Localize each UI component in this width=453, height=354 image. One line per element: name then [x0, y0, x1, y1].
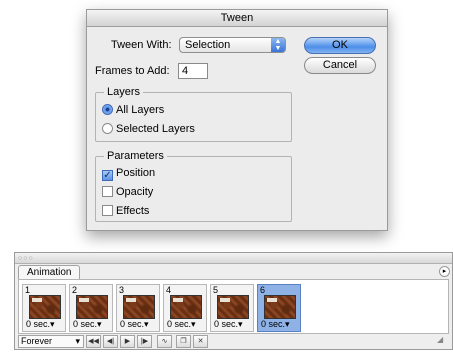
loop-dropdown-icon: ▾: [75, 336, 80, 346]
window-buttons-icon[interactable]: ○○○: [18, 255, 34, 262]
frame-delay[interactable]: 0 sec.▾: [73, 319, 102, 330]
tween-with-label: Tween With:: [111, 39, 172, 51]
animation-frame[interactable]: 5 0 sec.▾: [210, 284, 254, 332]
opacity-label: Opacity: [116, 186, 154, 198]
frame-thumbnail: [76, 295, 108, 319]
next-frame-icon[interactable]: |▶: [137, 335, 152, 348]
all-layers-label: All Layers: [116, 104, 165, 116]
tween-with-select[interactable]: Selection ▲ ▼: [179, 37, 286, 53]
resize-grip-icon[interactable]: ◢: [437, 335, 448, 348]
frame-thumbnail: [264, 295, 296, 319]
tween-dialog: Tween Tween With: Selection ▲ ▼ Frames to…: [86, 9, 388, 231]
first-frame-icon[interactable]: ◀◀: [86, 335, 101, 348]
frame-number: 1: [25, 285, 31, 295]
layers-group: Layers All Layers Selected Layers: [95, 86, 292, 142]
palette-controls: Forever ▾ ◀◀ ◀| ▶ |▶ ∿ ❐ ✕ ◢: [18, 335, 449, 348]
frame-number: 6: [260, 285, 266, 295]
delay-dropdown-icon: ▾: [191, 319, 196, 329]
frame-number: 5: [213, 285, 219, 295]
play-icon[interactable]: ▶: [120, 335, 135, 348]
frames-to-add-label: Frames to Add:: [95, 65, 170, 77]
frame-strip: 1 0 sec.▾ 2 0 sec.▾ 3 0 sec.▾ 4 0 sec.▾ …: [18, 279, 449, 334]
cancel-button[interactable]: Cancel: [304, 57, 376, 74]
previous-frame-icon[interactable]: ◀|: [103, 335, 118, 348]
loop-options-select[interactable]: Forever ▾: [18, 335, 84, 348]
palette-menu-icon[interactable]: ▸: [439, 266, 450, 277]
animation-palette: ○○○ Animation ▸ 1 0 sec.▾ 2 0 sec.▾ 3 0 …: [14, 252, 453, 350]
animation-frame[interactable]: 3 0 sec.▾: [116, 284, 160, 332]
position-label: Position: [116, 167, 156, 179]
delete-frame-icon[interactable]: ✕: [193, 335, 208, 348]
parameters-group-title: Parameters: [104, 150, 167, 162]
frame-delay[interactable]: 0 sec.▾: [26, 319, 55, 330]
radio-selected-icon: [102, 104, 113, 115]
frame-delay[interactable]: 0 sec.▾: [120, 319, 149, 330]
delay-dropdown-icon: ▾: [285, 319, 290, 329]
layers-group-title: Layers: [104, 86, 144, 98]
frame-number: 3: [119, 285, 125, 295]
tab-animation[interactable]: Animation: [18, 265, 81, 279]
animation-frame[interactable]: 2 0 sec.▾: [69, 284, 113, 332]
frames-to-add-input[interactable]: 4: [178, 63, 208, 79]
ok-button[interactable]: OK: [304, 37, 376, 54]
frame-number: 4: [166, 285, 172, 295]
frame-thumbnail: [29, 295, 61, 319]
animation-frame[interactable]: 1 0 sec.▾: [22, 284, 66, 332]
frame-thumbnail: [123, 295, 155, 319]
animation-frame[interactable]: 4 0 sec.▾: [163, 284, 207, 332]
frame-thumbnail: [170, 295, 202, 319]
selected-layers-radio[interactable]: Selected Layers: [102, 122, 195, 136]
selected-layers-label: Selected Layers: [116, 123, 195, 135]
tween-with-value: Selection: [185, 39, 231, 51]
animation-frame-selected[interactable]: 6 0 sec.▾: [257, 284, 301, 332]
checkmark-icon: ✓: [102, 170, 113, 181]
frame-delay[interactable]: 0 sec.▾: [261, 319, 290, 330]
effects-checkbox[interactable]: Effects: [102, 204, 149, 218]
delay-dropdown-icon: ▾: [97, 319, 102, 329]
frame-thumbnail: [217, 295, 249, 319]
select-arrows-icon: ▲ ▼: [271, 38, 285, 52]
duplicate-frame-icon[interactable]: ❐: [176, 335, 191, 348]
parameters-group: Parameters ✓ Position Opacity Effects: [95, 150, 292, 222]
opacity-checkbox[interactable]: Opacity: [102, 185, 153, 199]
delay-dropdown-icon: ▾: [50, 319, 55, 329]
tween-icon[interactable]: ∿: [157, 335, 172, 348]
effects-label: Effects: [116, 205, 150, 217]
palette-title-bar: ○○○: [15, 253, 452, 264]
radio-unselected-icon: [102, 123, 113, 134]
checkbox-empty-icon: [102, 186, 113, 197]
loop-value: Forever: [21, 336, 53, 346]
all-layers-radio[interactable]: All Layers: [102, 103, 164, 117]
position-checkbox[interactable]: ✓ Position: [102, 166, 156, 181]
frame-delay[interactable]: 0 sec.▾: [167, 319, 196, 330]
delay-dropdown-icon: ▾: [144, 319, 149, 329]
frame-delay[interactable]: 0 sec.▾: [214, 319, 243, 330]
checkbox-empty-icon: [102, 205, 113, 216]
dialog-title: Tween: [87, 10, 387, 27]
delay-dropdown-icon: ▾: [238, 319, 243, 329]
frame-number: 2: [72, 285, 78, 295]
